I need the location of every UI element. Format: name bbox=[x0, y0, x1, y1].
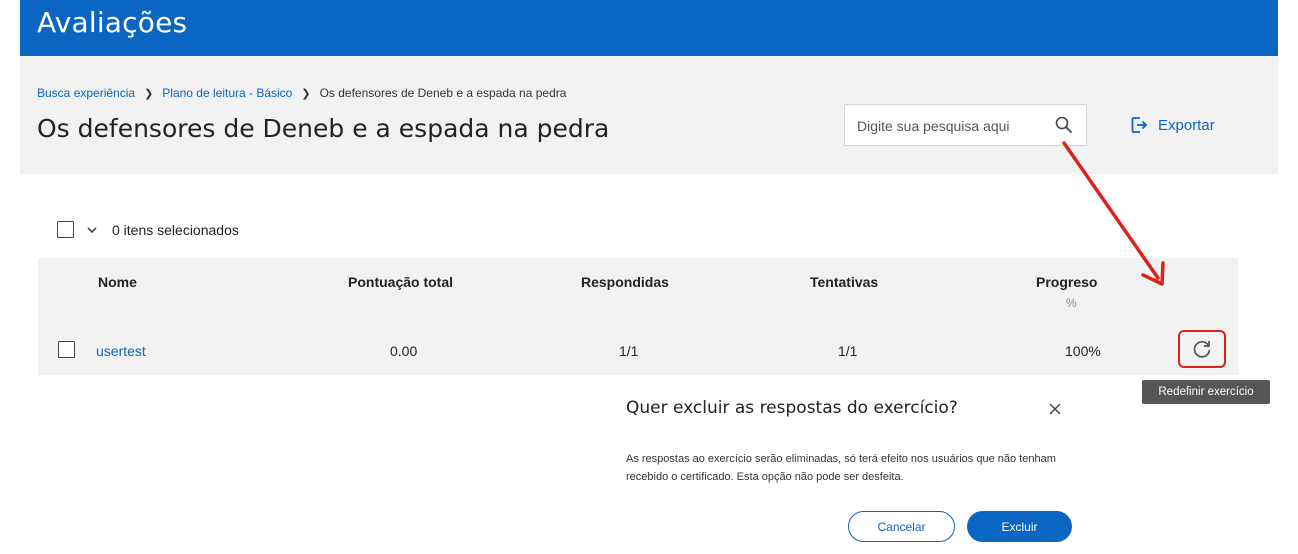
column-header-progress-unit: % bbox=[1066, 296, 1077, 310]
breadcrumb-item-busca[interactable]: Busca experiência bbox=[37, 86, 135, 100]
answered-cell: 1/1 bbox=[619, 343, 639, 359]
dialog-title: Quer excluir as respostas do exercício? bbox=[626, 398, 958, 418]
attempts-cell: 1/1 bbox=[838, 343, 858, 359]
reset-icon bbox=[1193, 341, 1211, 358]
breadcrumb-item-plano[interactable]: Plano de leitura - Básico bbox=[162, 86, 292, 100]
search-box bbox=[844, 104, 1087, 147]
search-icon[interactable] bbox=[1054, 115, 1074, 135]
breadcrumb-item-current: Os defensores de Deneb e a espada na ped… bbox=[319, 86, 567, 100]
bulk-selector: 0 itens selecionados bbox=[57, 221, 239, 238]
progress-cell: 100% bbox=[1065, 343, 1101, 359]
chevron-down-icon[interactable] bbox=[86, 224, 98, 236]
cancel-button[interactable]: Cancelar bbox=[848, 511, 955, 542]
column-header-score[interactable]: Pontuação total bbox=[348, 274, 453, 290]
user-name-link[interactable]: usertest bbox=[96, 343, 146, 359]
column-header-name[interactable]: Nome bbox=[98, 274, 137, 290]
top-bar: Avaliações bbox=[20, 0, 1278, 56]
reset-exercise-button[interactable] bbox=[1178, 330, 1226, 368]
column-header-progress[interactable]: Progreso bbox=[1036, 274, 1097, 290]
chevron-right-icon: ❯ bbox=[301, 87, 311, 100]
table-header: Nome Pontuação total Respondidas Tentati… bbox=[38, 258, 1238, 324]
breadcrumb: Busca experiência ❯ Plano de leitura - B… bbox=[37, 86, 566, 100]
app-title: Avaliações bbox=[37, 6, 188, 39]
column-header-attempts[interactable]: Tentativas bbox=[810, 274, 878, 290]
table-row: usertest 0.00 1/1 1/1 100% bbox=[38, 324, 1238, 375]
page-title: Os defensores de Deneb e a espada na ped… bbox=[37, 114, 610, 143]
reset-tooltip: Redefinir exercício bbox=[1142, 380, 1270, 404]
select-all-checkbox[interactable] bbox=[57, 221, 74, 238]
dialog-message: As respostas ao exercício serão eliminad… bbox=[626, 453, 1056, 483]
page-header: Busca experiência ❯ Plano de leitura - B… bbox=[20, 56, 1278, 174]
confirm-delete-button[interactable]: Excluir bbox=[967, 511, 1072, 542]
score-cell: 0.00 bbox=[390, 343, 418, 359]
selected-count: 0 itens selecionados bbox=[112, 221, 239, 238]
export-button[interactable]: Exportar bbox=[1130, 116, 1215, 134]
export-icon bbox=[1131, 117, 1148, 133]
row-checkbox[interactable] bbox=[58, 341, 75, 358]
close-icon[interactable] bbox=[1047, 401, 1063, 417]
column-header-answered[interactable]: Respondidas bbox=[581, 274, 669, 290]
search-input[interactable] bbox=[855, 105, 1044, 147]
chevron-right-icon: ❯ bbox=[144, 87, 154, 100]
export-label: Exportar bbox=[1158, 116, 1215, 134]
